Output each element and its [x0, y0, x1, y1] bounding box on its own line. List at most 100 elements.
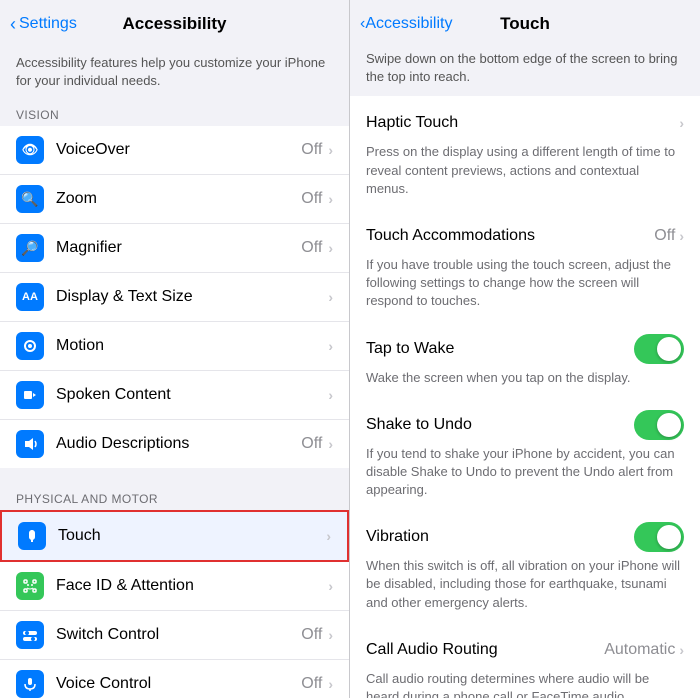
touch-label: Touch: [58, 527, 326, 545]
faceid-label: Face ID & Attention: [56, 577, 328, 595]
right-page-title: Touch: [500, 14, 550, 34]
touch-acc-chevron-icon: ›: [679, 228, 684, 244]
voice-control-item[interactable]: Voice Control Off ›: [0, 660, 349, 698]
voice-control-chevron-icon: ›: [328, 676, 333, 692]
right-nav-bar: ‹ Accessibility Touch: [350, 0, 700, 44]
audio-desc-chevron-icon: ›: [328, 436, 333, 452]
faceid-icon: [16, 572, 44, 600]
right-items-list: Haptic Touch › Press on the display usin…: [350, 96, 700, 698]
left-panel: ‹ Settings Accessibility Accessibility f…: [0, 0, 350, 698]
call-audio-label: Call Audio Routing: [366, 641, 498, 659]
magnifier-icon: 🔎: [16, 234, 44, 262]
spoken-content-item[interactable]: Spoken Content ›: [0, 371, 349, 420]
spoken-content-label: Spoken Content: [56, 386, 328, 404]
touch-chevron-icon: ›: [326, 528, 331, 544]
touch-acc-label: Touch Accommodations: [366, 227, 535, 245]
vibration-desc: When this switch is off, all vibration o…: [366, 557, 684, 612]
spoken-content-icon: [16, 381, 44, 409]
haptic-touch-desc: Press on the display using a different l…: [366, 143, 684, 198]
left-page-title: Accessibility: [123, 14, 227, 34]
motion-item[interactable]: Motion ›: [0, 322, 349, 371]
faceid-item[interactable]: Face ID & Attention ›: [0, 562, 349, 611]
vibration-toggle[interactable]: [634, 522, 684, 552]
voice-control-icon: [16, 670, 44, 698]
vibration-item: Vibration When this switch is off, all v…: [350, 510, 700, 623]
physical-section-header: PHYSICAL AND MOTOR: [0, 486, 349, 510]
voice-control-label: Voice Control: [56, 675, 301, 693]
magnifier-value: Off: [301, 239, 322, 257]
zoom-label: Zoom: [56, 190, 301, 208]
tap-wake-toggle[interactable]: [634, 334, 684, 364]
call-audio-desc: Call audio routing determines where audi…: [366, 670, 684, 698]
haptic-touch-label: Haptic Touch: [366, 114, 458, 132]
motion-icon: [16, 332, 44, 360]
vision-section-header: VISION: [0, 102, 349, 126]
call-audio-item[interactable]: Call Audio Routing Automatic › Call audi…: [350, 623, 700, 698]
switch-control-item[interactable]: Switch Control Off ›: [0, 611, 349, 660]
right-top-text: Swipe down on the bottom edge of the scr…: [350, 44, 700, 96]
left-nav-bar: ‹ Settings Accessibility: [0, 0, 349, 44]
touch-acc-value: Off ›: [654, 227, 684, 245]
display-text-chevron-icon: ›: [328, 289, 333, 305]
right-back-label: Accessibility: [365, 15, 452, 33]
call-audio-chevron-icon: ›: [679, 642, 684, 658]
vision-list: 👁 VoiceOver Off › 🔍 Zoom Off › 🔎 Magnifi…: [0, 126, 349, 468]
magnifier-label: Magnifier: [56, 239, 301, 257]
audio-desc-icon: [16, 430, 44, 458]
shake-undo-item: Shake to Undo If you tend to shake your …: [350, 398, 700, 511]
switch-control-value: Off: [301, 626, 322, 644]
back-to-settings-button[interactable]: ‹ Settings: [10, 14, 77, 35]
physical-list: Touch › Face ID & Attention ›: [0, 510, 349, 698]
left-description: Accessibility features help you customiz…: [0, 44, 349, 102]
voice-control-value: Off: [301, 675, 322, 693]
touch-acc-desc: If you have trouble using the touch scre…: [366, 256, 684, 311]
haptic-touch-chevron-icon: ›: [679, 115, 684, 131]
back-label: Settings: [19, 15, 77, 33]
voiceover-value: Off: [301, 141, 322, 159]
vibration-toggle-knob: [657, 525, 681, 549]
voiceover-item[interactable]: 👁 VoiceOver Off ›: [0, 126, 349, 175]
touch-acc-value-text: Off: [654, 227, 675, 245]
touch-acc-item[interactable]: Touch Accommodations Off › If you have t…: [350, 209, 700, 322]
display-text-label: Display & Text Size: [56, 288, 328, 306]
shake-undo-group: Shake to Undo If you tend to shake your …: [350, 398, 700, 511]
switch-control-icon: [16, 621, 44, 649]
shake-undo-toggle-knob: [657, 413, 681, 437]
call-audio-value: Automatic ›: [604, 641, 684, 659]
shake-undo-desc: If you tend to shake your iPhone by acci…: [366, 445, 684, 500]
audio-desc-value: Off: [301, 435, 322, 453]
voiceover-icon: 👁: [16, 136, 44, 164]
vibration-group: Vibration When this switch is off, all v…: [350, 510, 700, 623]
voiceover-label: VoiceOver: [56, 141, 301, 159]
back-to-accessibility-button[interactable]: ‹ Accessibility: [360, 15, 452, 33]
magnifier-chevron-icon: ›: [328, 240, 333, 256]
vibration-label: Vibration: [366, 528, 429, 546]
zoom-item[interactable]: 🔍 Zoom Off ›: [0, 175, 349, 224]
display-text-icon: AA: [16, 283, 44, 311]
haptic-touch-item[interactable]: Haptic Touch › Press on the display usin…: [350, 96, 700, 209]
touch-acc-group: Touch Accommodations Off › If you have t…: [350, 209, 700, 322]
tap-wake-toggle-knob: [657, 337, 681, 361]
zoom-chevron-icon: ›: [328, 191, 333, 207]
tap-wake-label: Tap to Wake: [366, 340, 454, 358]
faceid-chevron-icon: ›: [328, 578, 333, 594]
motion-label: Motion: [56, 337, 328, 355]
shake-undo-toggle[interactable]: [634, 410, 684, 440]
zoom-icon: 🔍: [16, 185, 44, 213]
right-panel: ‹ Accessibility Touch Swipe down on the …: [350, 0, 700, 698]
touch-item[interactable]: Touch ›: [0, 510, 349, 562]
tap-wake-group: Tap to Wake Wake the screen when you tap…: [350, 322, 700, 398]
voiceover-chevron-icon: ›: [328, 142, 333, 158]
haptic-touch-group: Haptic Touch › Press on the display usin…: [350, 96, 700, 209]
touch-icon: [18, 522, 46, 550]
magnifier-item[interactable]: 🔎 Magnifier Off ›: [0, 224, 349, 273]
motion-chevron-icon: ›: [328, 338, 333, 354]
audio-desc-label: Audio Descriptions: [56, 435, 301, 453]
switch-control-label: Switch Control: [56, 626, 301, 644]
audio-desc-item[interactable]: Audio Descriptions Off ›: [0, 420, 349, 468]
display-text-item[interactable]: AA Display & Text Size ›: [0, 273, 349, 322]
tap-wake-item: Tap to Wake Wake the screen when you tap…: [350, 322, 700, 398]
call-audio-group: Call Audio Routing Automatic › Call audi…: [350, 623, 700, 698]
tap-wake-desc: Wake the screen when you tap on the disp…: [366, 369, 684, 387]
back-chevron-icon: ‹: [10, 14, 16, 35]
